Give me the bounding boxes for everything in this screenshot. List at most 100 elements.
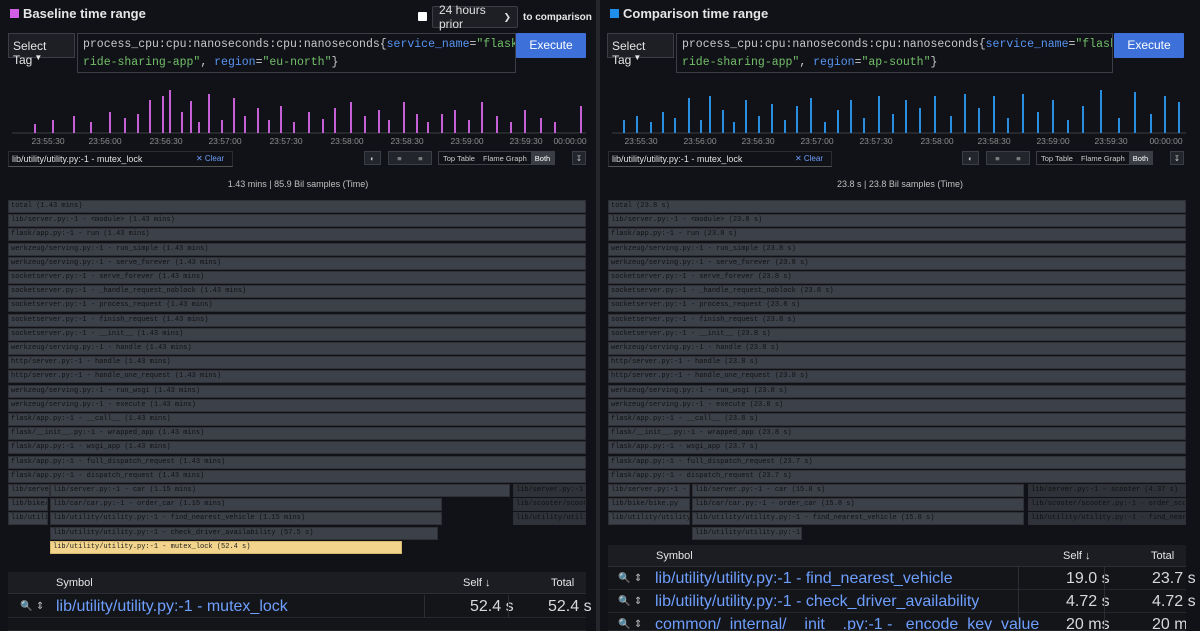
flame-frame[interactable]: http/server.py:-1 - handle (23.8 s): [608, 356, 1186, 369]
flame-frame[interactable]: flask/app.py:-1 - wsgi_app (1.43 mins): [8, 441, 586, 454]
flame-frame[interactable]: lib/utility/utility.py:-1 - find_neare: [1028, 512, 1186, 525]
select-tag-button[interactable]: Select Tag ▼: [8, 33, 75, 67]
flame-frame[interactable]: lib/server.py:-1 - car (1.15 mins): [50, 484, 510, 497]
flame-frame[interactable]: werkzeug/serving.py:-1 - serve_forever (…: [8, 257, 586, 270]
sandwich-icon[interactable]: ⇕: [634, 590, 642, 613]
flame-frame[interactable]: lib/utility/utility.py:-1 - check_driver…: [50, 527, 438, 540]
flame-frame[interactable]: lib/scooter/scooter.py:-1 - order_scoo: [1028, 498, 1186, 511]
view-flame-graph[interactable]: Flame Graph: [479, 152, 531, 164]
table-row[interactable]: 🔍 ⇕ lib/utility/utility.py:-1 - mutex_lo…: [8, 595, 592, 618]
total-header[interactable]: Total: [551, 572, 574, 594]
flame-frame[interactable]: lib/server.py:-1 - scooter (4.37 s): [1028, 484, 1186, 497]
clear-button[interactable]: ✕ Clear: [196, 154, 224, 163]
flame-frame[interactable]: lib/utility/utility.py:-1 - ...: [692, 527, 802, 540]
search-icon[interactable]: 🔍: [618, 613, 630, 630]
flame-frame[interactable]: lib/server.py:-1: [513, 484, 586, 497]
align-left-icon[interactable]: ≡: [995, 154, 999, 163]
search-icon[interactable]: 🔍: [20, 595, 32, 618]
flame-frame[interactable]: flask/app.py:-1 - full_dispatch_request …: [8, 456, 586, 469]
row-symbol[interactable]: lib/utility/utility.py:-1 - find_nearest…: [655, 567, 953, 590]
table-row[interactable]: 🔍 ⇕ lib/utility/utility.py:-1 - check_dr…: [608, 590, 1196, 613]
flame-frame[interactable]: lib/utility/utility.py:-1 - mutex_lock (…: [50, 541, 402, 554]
flame-frame[interactable]: lib/bike/bike.py: [8, 498, 48, 511]
align-right-icon[interactable]: ≡: [1016, 154, 1020, 163]
flame-frame[interactable]: http/server.py:-1 - handle_one_request (…: [608, 370, 1186, 383]
flame-frame[interactable]: werkzeug/serving.py:-1 - serve_forever (…: [608, 257, 1186, 270]
query-input[interactable]: process_cpu:cpu:nanoseconds:cpu:nanoseco…: [77, 33, 516, 73]
search-icon[interactable]: 🔍: [618, 567, 630, 590]
flame-frame[interactable]: werkzeug/serving.py:-1 - run_wsgi (1.43 …: [8, 385, 586, 398]
align-right-icon[interactable]: ≡: [418, 154, 422, 163]
flame-frame[interactable]: werkzeug/serving.py:-1 - run_simple (1.4…: [8, 243, 586, 256]
view-both[interactable]: Both: [530, 152, 555, 164]
flame-frame[interactable]: flask/__init__.py:-1 - wrapped_app (23.8…: [608, 427, 1186, 440]
flame-frame[interactable]: flask/app.py:-1 - __call__ (23.8 s): [608, 413, 1186, 426]
flame-frame[interactable]: lib/car/car.py:-1 - order_car (1.15 mins…: [50, 498, 442, 511]
search-icon[interactable]: 🔍: [618, 590, 630, 613]
baseline-timeline[interactable]: [12, 86, 586, 134]
flame-frame[interactable]: lib/server.py:-1 - <module> (1.43 mins): [8, 214, 586, 227]
view-top-table[interactable]: Top Table: [439, 152, 479, 164]
flame-frame[interactable]: werkzeug/serving.py:-1 - handle (23.8 s): [608, 342, 1186, 355]
align-left-icon[interactable]: ≡: [397, 154, 401, 163]
text-align-toggle[interactable]: ≡ ≡: [986, 151, 1030, 165]
time-shift-select[interactable]: 24 hours prior ❯: [432, 3, 518, 31]
flame-frame[interactable]: flask/__init__.py:-1 - wrapped_app (1.43…: [8, 427, 586, 440]
color-scheme-button[interactable]: ◐: [962, 151, 979, 165]
flame-frame[interactable]: flask/app.py:-1 - dispatch_request (1.43…: [8, 470, 586, 483]
select-tag-button[interactable]: Select Tag ▼: [607, 33, 674, 67]
flame-frame[interactable]: lib/server.py:-1 - car (1.43 mins): [8, 484, 50, 497]
table-row-partial[interactable]: [8, 619, 586, 631]
row-symbol[interactable]: lib/utility/utility.py:-1 - check_driver…: [655, 590, 979, 613]
sandwich-icon[interactable]: ⇕: [36, 595, 44, 618]
row-symbol[interactable]: common/_internal/__init__.py:-1 - _encod…: [655, 613, 1039, 630]
table-row[interactable]: 🔍 ⇕ lib/utility/utility.py:-1 - find_nea…: [608, 567, 1196, 590]
flame-frame[interactable]: lib/utility/utili: [513, 512, 586, 525]
flame-frame[interactable]: lib/utility/utility.py: [8, 512, 48, 525]
view-flame-graph[interactable]: Flame Graph: [1077, 152, 1129, 164]
view-switcher[interactable]: Top Table Flame Graph Both: [1036, 151, 1154, 165]
view-switcher[interactable]: Top Table Flame Graph Both: [438, 151, 556, 165]
flame-frame[interactable]: lib/utility/utility: [608, 512, 690, 525]
self-header[interactable]: Self ↓: [463, 572, 491, 594]
flame-frame[interactable]: flask/app.py:-1 - wsgi_app (23.7 s): [608, 441, 1186, 454]
flame-frame[interactable]: flask/app.py:-1 - run (23.8 s): [608, 228, 1186, 241]
flame-frame[interactable]: werkzeug/serving.py:-1 - execute (23.8 s…: [608, 399, 1186, 412]
export-icon[interactable]: ↧: [572, 151, 586, 165]
sandwich-icon[interactable]: ⇕: [634, 567, 642, 590]
flame-frame[interactable]: socketserver.py:-1 - serve_forever (1.43…: [8, 271, 586, 284]
execute-button[interactable]: Execute: [1114, 33, 1184, 58]
text-align-toggle[interactable]: ≡ ≡: [388, 151, 432, 165]
flame-frame[interactable]: http/server.py:-1 - handle (1.43 mins): [8, 356, 586, 369]
flame-frame[interactable]: lib/server.py:-1 - car (15.8 s): [692, 484, 1024, 497]
flame-frame[interactable]: werkzeug/serving.py:-1 - execute (1.43 m…: [8, 399, 586, 412]
flame-frame[interactable]: socketserver.py:-1 - finish_request (23.…: [608, 314, 1186, 327]
color-scheme-button[interactable]: ◐: [364, 151, 381, 165]
view-top-table[interactable]: Top Table: [1037, 152, 1077, 164]
symbol-header[interactable]: Symbol: [56, 572, 93, 594]
flame-frame[interactable]: socketserver.py:-1 - _handle_request_nob…: [8, 285, 586, 298]
flame-frame[interactable]: flask/app.py:-1 - dispatch_request (23.7…: [608, 470, 1186, 483]
search-filter-input[interactable]: lib/utility/utility.py:-1 - mutex_lock ✕…: [8, 151, 233, 167]
search-filter-input[interactable]: lib/utility/utility.py:-1 - mutex_lock ✕…: [608, 151, 832, 167]
flame-frame[interactable]: lib/bike/bike.py: [608, 498, 690, 511]
sandwich-icon[interactable]: ⇕: [634, 613, 642, 630]
query-input[interactable]: process_cpu:cpu:nanoseconds:cpu:nanoseco…: [676, 33, 1113, 73]
self-header[interactable]: Self ↓: [1063, 545, 1091, 567]
flame-frame[interactable]: total (23.8 s): [608, 200, 1186, 213]
total-header[interactable]: Total: [1151, 545, 1174, 567]
flame-frame[interactable]: lib/car/car.py:-1 - order_car (15.8 s): [692, 498, 1024, 511]
clear-button[interactable]: ✕ Clear: [795, 154, 823, 163]
flame-frame[interactable]: socketserver.py:-1 - serve_forever (23.8…: [608, 271, 1186, 284]
row-symbol[interactable]: lib/utility/utility.py:-1 - mutex_lock: [56, 595, 288, 618]
flame-frame[interactable]: lib/server.py:-1 - <module> (23.8 s): [608, 214, 1186, 227]
table-row[interactable]: 🔍 ⇕ common/_internal/__init__.py:-1 - _e…: [608, 613, 1186, 631]
view-both[interactable]: Both: [1128, 152, 1153, 164]
flame-frame[interactable]: lib/scooter/scoote: [513, 498, 586, 511]
flame-frame[interactable]: lib/utility/utility.py:-1 - find_nearest…: [692, 512, 1024, 525]
flame-frame[interactable]: total (1.43 mins): [8, 200, 586, 213]
flame-frame[interactable]: flask/app.py:-1 - full_dispatch_request …: [608, 456, 1186, 469]
sync-checkbox[interactable]: [418, 12, 427, 21]
flame-frame[interactable]: http/server.py:-1 - handle_one_request (…: [8, 370, 586, 383]
flame-frame[interactable]: werkzeug/serving.py:-1 - handle (1.43 mi…: [8, 342, 586, 355]
